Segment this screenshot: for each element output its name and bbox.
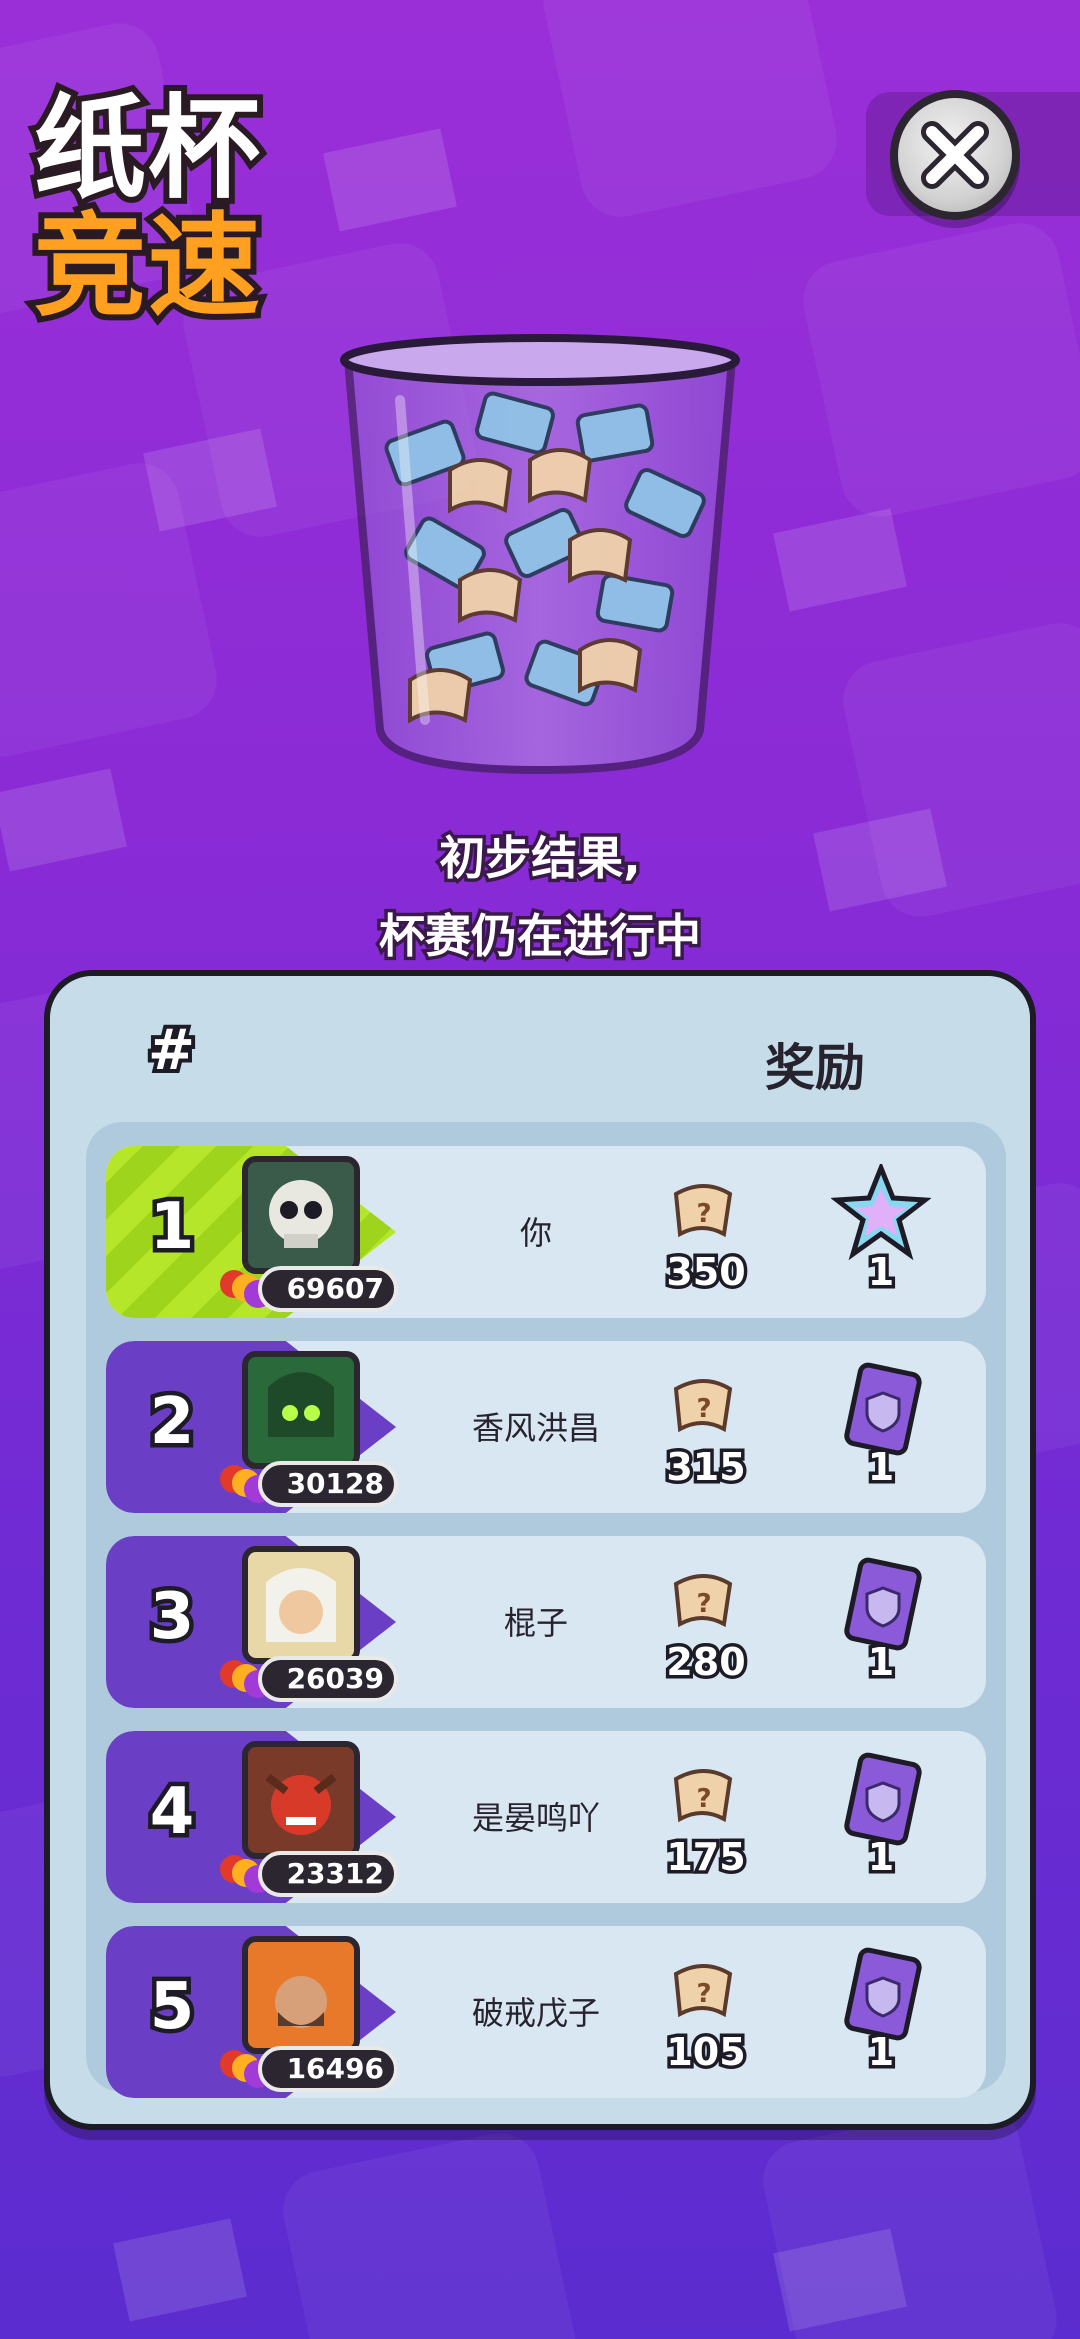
pumpkin-avatar-icon [242,1936,360,2054]
trophy-badge: 26039 [218,1652,398,1702]
green-knight-avatar-icon [242,1351,360,1469]
rank-number: 4 [145,1771,199,1854]
close-button[interactable] [890,90,1020,220]
trophy-count: 26039 [258,1656,398,1702]
rank-number: 5 [145,1966,199,2049]
trophy-count: 16496 [258,2046,398,2092]
player-name: 香风洪昌 [471,1409,600,1447]
svg-text:?: ? [696,1589,711,1619]
skull-avatar-icon [242,1156,360,1274]
reward-column-header: 奖励 [765,1039,865,1097]
svg-text:?: ? [696,1979,711,2009]
rank-number: 3 [145,1576,199,1659]
trophy-badge: 69607 [218,1262,398,1312]
close-button-area [866,90,1080,220]
scroll-question-icon: ? [673,1769,733,1823]
svg-text:?: ? [696,1199,711,1229]
reward-count: 1 [864,2027,897,2078]
shield-pack-icon [844,1752,922,1846]
event-title-line1: 纸杯 [28,84,266,214]
player-name: 你 [519,1214,552,1252]
rank-number: 2 [145,1381,199,1464]
trophy-count: 69607 [258,1266,398,1312]
trophy-badge: 16496 [218,2042,398,2092]
shield-pack-icon [844,1557,922,1651]
leaderboard-row[interactable]: 2 30128 香风洪昌 ? 315 1 [106,1341,986,1513]
paper-cup-icon [340,334,740,775]
reward-count: 1 [864,1637,897,1688]
scroll-question-icon: ? [673,1379,733,1433]
rank-number: 1 [145,1186,199,1269]
trophy-count: 23312 [258,1851,398,1897]
reward-count: 1 [864,1442,897,1493]
score-value: 105 [663,2027,749,2078]
scroll-question-icon: ? [673,1574,733,1628]
red-demon-avatar-icon [242,1741,360,1859]
status-line1: 初步结果, [436,828,644,889]
trophy-count: 30128 [258,1461,398,1507]
trophy-badge: 30128 [218,1457,398,1507]
score-value: 280 [663,1637,749,1688]
trophy-badge: 23312 [218,1847,398,1897]
score-value: 350 [663,1247,749,1298]
leaderboard-row[interactable]: 4 23312 是晏鸣吖 ? 175 1 [106,1731,986,1903]
player-name: 破戒戊子 [471,1994,600,2032]
score-value: 315 [663,1442,749,1493]
elf-avatar-icon [242,1546,360,1664]
scroll-question-icon: ? [673,1184,733,1238]
player-name: 是晏鸣吖 [471,1799,600,1837]
svg-text:?: ? [696,1784,711,1814]
shield-pack-icon [844,1947,922,2041]
leaderboard-panel: # 奖励 1 69607 你 ? 350 1 2 30128 香风洪昌 ? 31… [44,970,1036,2130]
event-title-line2: 竞速 [28,202,266,332]
reward-count: 1 [864,1247,897,1298]
rank-column-header: # [144,1014,199,1087]
reward-count: 1 [864,1832,897,1883]
leaderboard-row[interactable]: 5 16496 破戒戊子 ? 105 1 [106,1926,986,2098]
star-crystal-icon [831,1164,931,1261]
svg-text:?: ? [696,1394,711,1424]
event-title: 纸杯 竞速 [28,84,274,332]
score-value: 175 [663,1832,749,1883]
status-line2: 杯赛仍在进行中 [376,906,705,967]
player-name: 棍子 [503,1604,568,1642]
leaderboard-row[interactable]: 1 69607 你 ? 350 1 [106,1146,986,1318]
shield-pack-icon [844,1362,922,1456]
scroll-question-icon: ? [673,1964,733,2018]
close-icon [921,121,989,189]
leaderboard-row[interactable]: 3 26039 棍子 ? 280 1 [106,1536,986,1708]
